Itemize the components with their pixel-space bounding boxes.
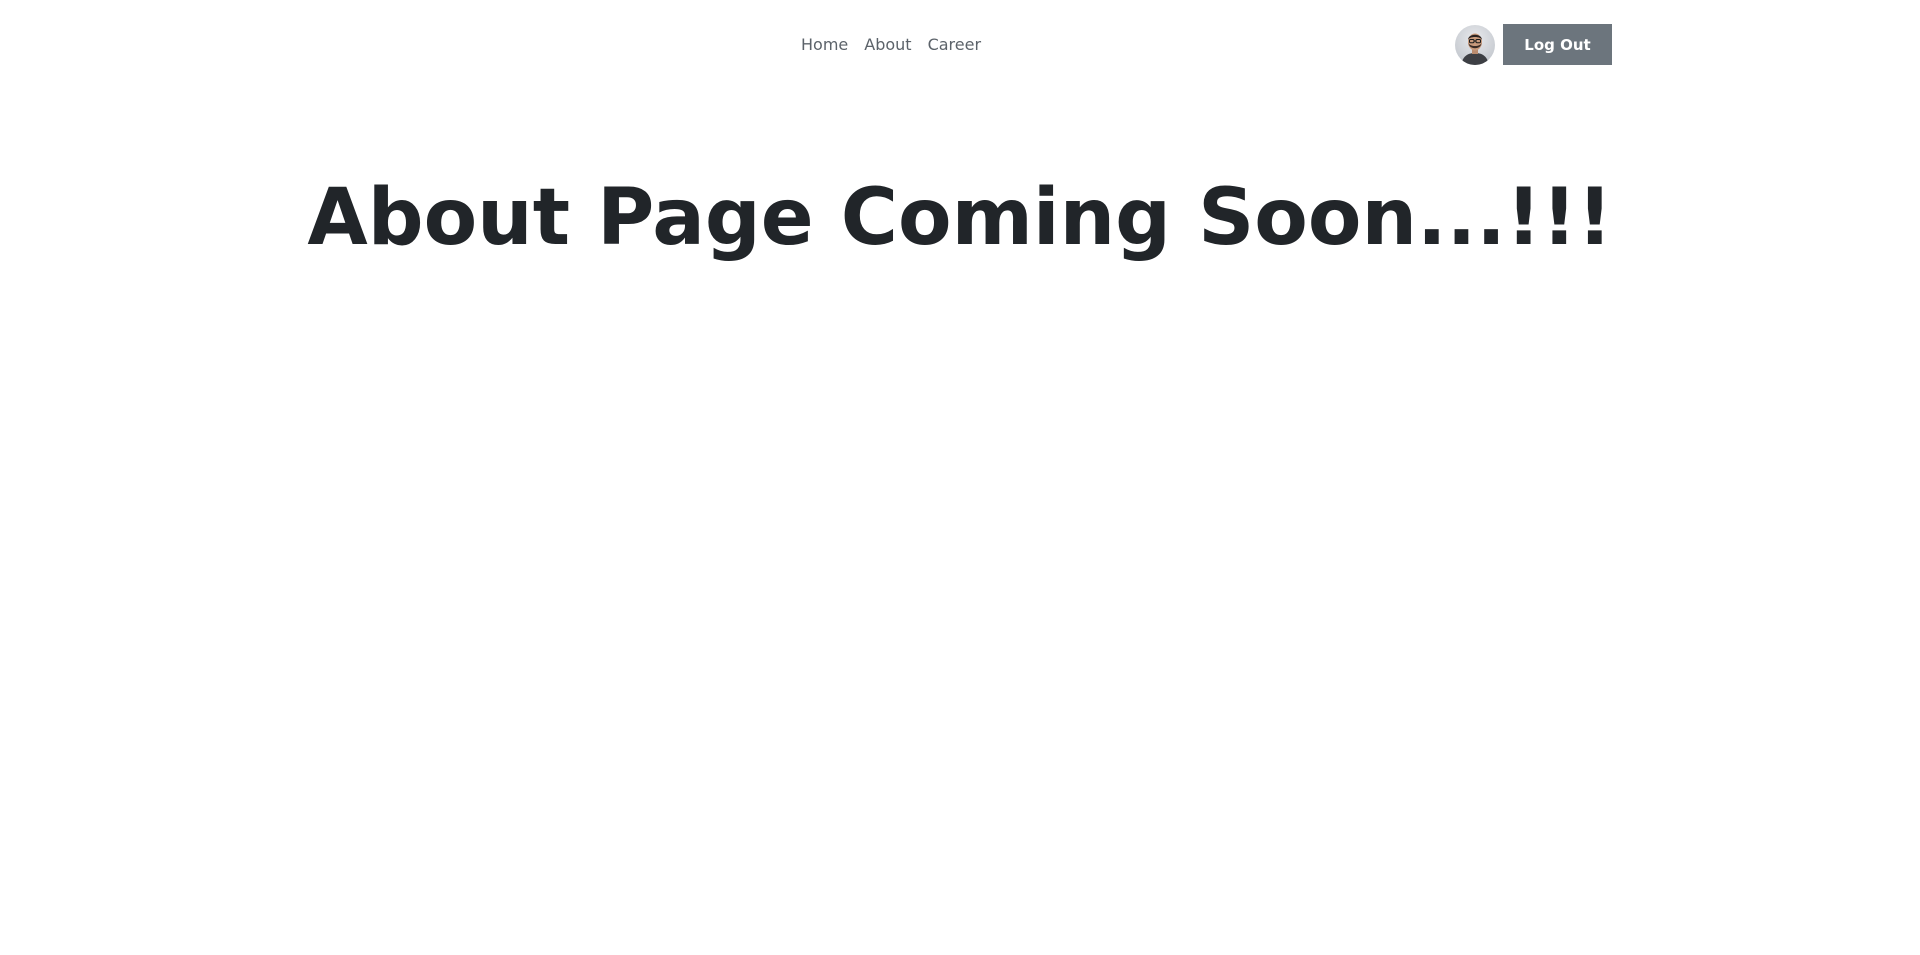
page-title: About Page Coming Soon...!!! — [307, 173, 1613, 263]
user-avatar-icon — [1461, 33, 1489, 65]
nav-link-home[interactable]: Home — [801, 35, 856, 55]
page: Home About Career Log Out About Page Com… — [0, 0, 1920, 955]
nav-link-about[interactable]: About — [856, 35, 919, 55]
user-area: Log Out — [1455, 24, 1612, 65]
nav-links: Home About Career — [801, 35, 989, 55]
logout-button[interactable]: Log Out — [1503, 24, 1612, 65]
nav-link-career[interactable]: Career — [920, 35, 989, 55]
avatar[interactable] — [1455, 24, 1495, 65]
navbar: Home About Career Log Out — [0, 0, 1920, 92]
